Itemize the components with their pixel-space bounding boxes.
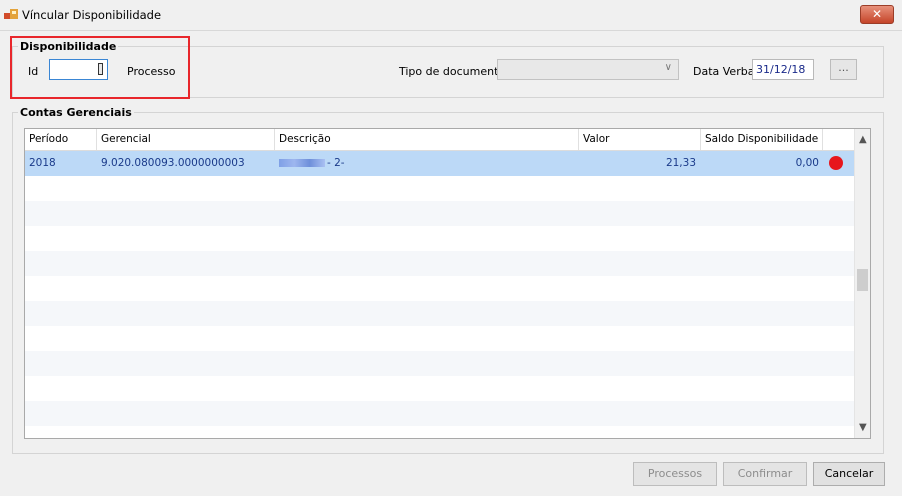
col-header-saldo[interactable]: Saldo Disponibilidade <box>701 129 823 150</box>
cell-valor: 21,33 <box>665 157 696 169</box>
table-row <box>25 301 854 326</box>
cancelar-button[interactable]: Cancelar <box>813 462 885 486</box>
close-button[interactable]: ✕ <box>860 5 894 24</box>
title-bar: Víncular Disponibilidade ✕ <box>0 0 902 31</box>
id-input[interactable] <box>49 59 108 80</box>
table-row <box>25 176 854 201</box>
cell-gerencial: 9.020.080093.0000000003 <box>101 157 245 169</box>
scroll-down-icon[interactable]: ▼ <box>859 422 867 433</box>
table-row <box>25 351 854 376</box>
app-icon <box>4 9 18 19</box>
col-header-valor[interactable]: Valor <box>579 129 701 150</box>
redacted-text <box>279 159 325 167</box>
cell-descricao: - 2- <box>327 157 345 169</box>
id-label: Id <box>28 65 39 78</box>
chevron-down-icon[interactable]: ∨ <box>665 62 672 73</box>
table-row <box>25 276 854 301</box>
data-verba-label: Data Verba <box>693 65 755 78</box>
contas-grid: Período Gerencial Descrição Valor Saldo … <box>24 128 871 439</box>
contas-gerenciais-legend: Contas Gerenciais <box>18 106 134 119</box>
table-row[interactable]: 2018 9.020.080093.0000000003 - 2- 21,33 … <box>25 151 854 176</box>
processos-button[interactable]: Processos <box>633 462 717 486</box>
grid-header: Período Gerencial Descrição Valor Saldo … <box>25 129 854 151</box>
processo-label: Processo <box>127 65 176 78</box>
scroll-up-icon[interactable]: ▲ <box>859 134 867 145</box>
tipo-documento-label: Tipo de documento <box>399 65 506 78</box>
col-header-periodo[interactable]: Período <box>25 129 97 150</box>
spin-icon[interactable] <box>98 63 103 75</box>
col-header-descricao[interactable]: Descrição <box>275 129 579 150</box>
col-header-status <box>823 129 854 150</box>
col-header-gerencial[interactable]: Gerencial <box>97 129 275 150</box>
table-row <box>25 401 854 426</box>
cell-saldo: 0,00 <box>795 157 819 169</box>
table-row <box>25 201 854 226</box>
table-row <box>25 226 854 251</box>
scroll-thumb[interactable] <box>857 269 868 291</box>
cell-periodo: 2018 <box>29 157 56 169</box>
confirmar-button[interactable]: Confirmar <box>723 462 807 486</box>
browse-button[interactable]: ... <box>830 59 857 80</box>
table-row <box>25 251 854 276</box>
window-title: Víncular Disponibilidade <box>22 8 162 22</box>
status-dot-icon <box>829 156 843 170</box>
table-row <box>25 376 854 401</box>
table-row <box>25 326 854 351</box>
data-verba-input[interactable]: 31/12/18 <box>752 59 814 80</box>
tipo-documento-select[interactable]: ∨ <box>497 59 679 80</box>
vertical-scrollbar[interactable]: ▲ ▼ <box>854 129 870 438</box>
